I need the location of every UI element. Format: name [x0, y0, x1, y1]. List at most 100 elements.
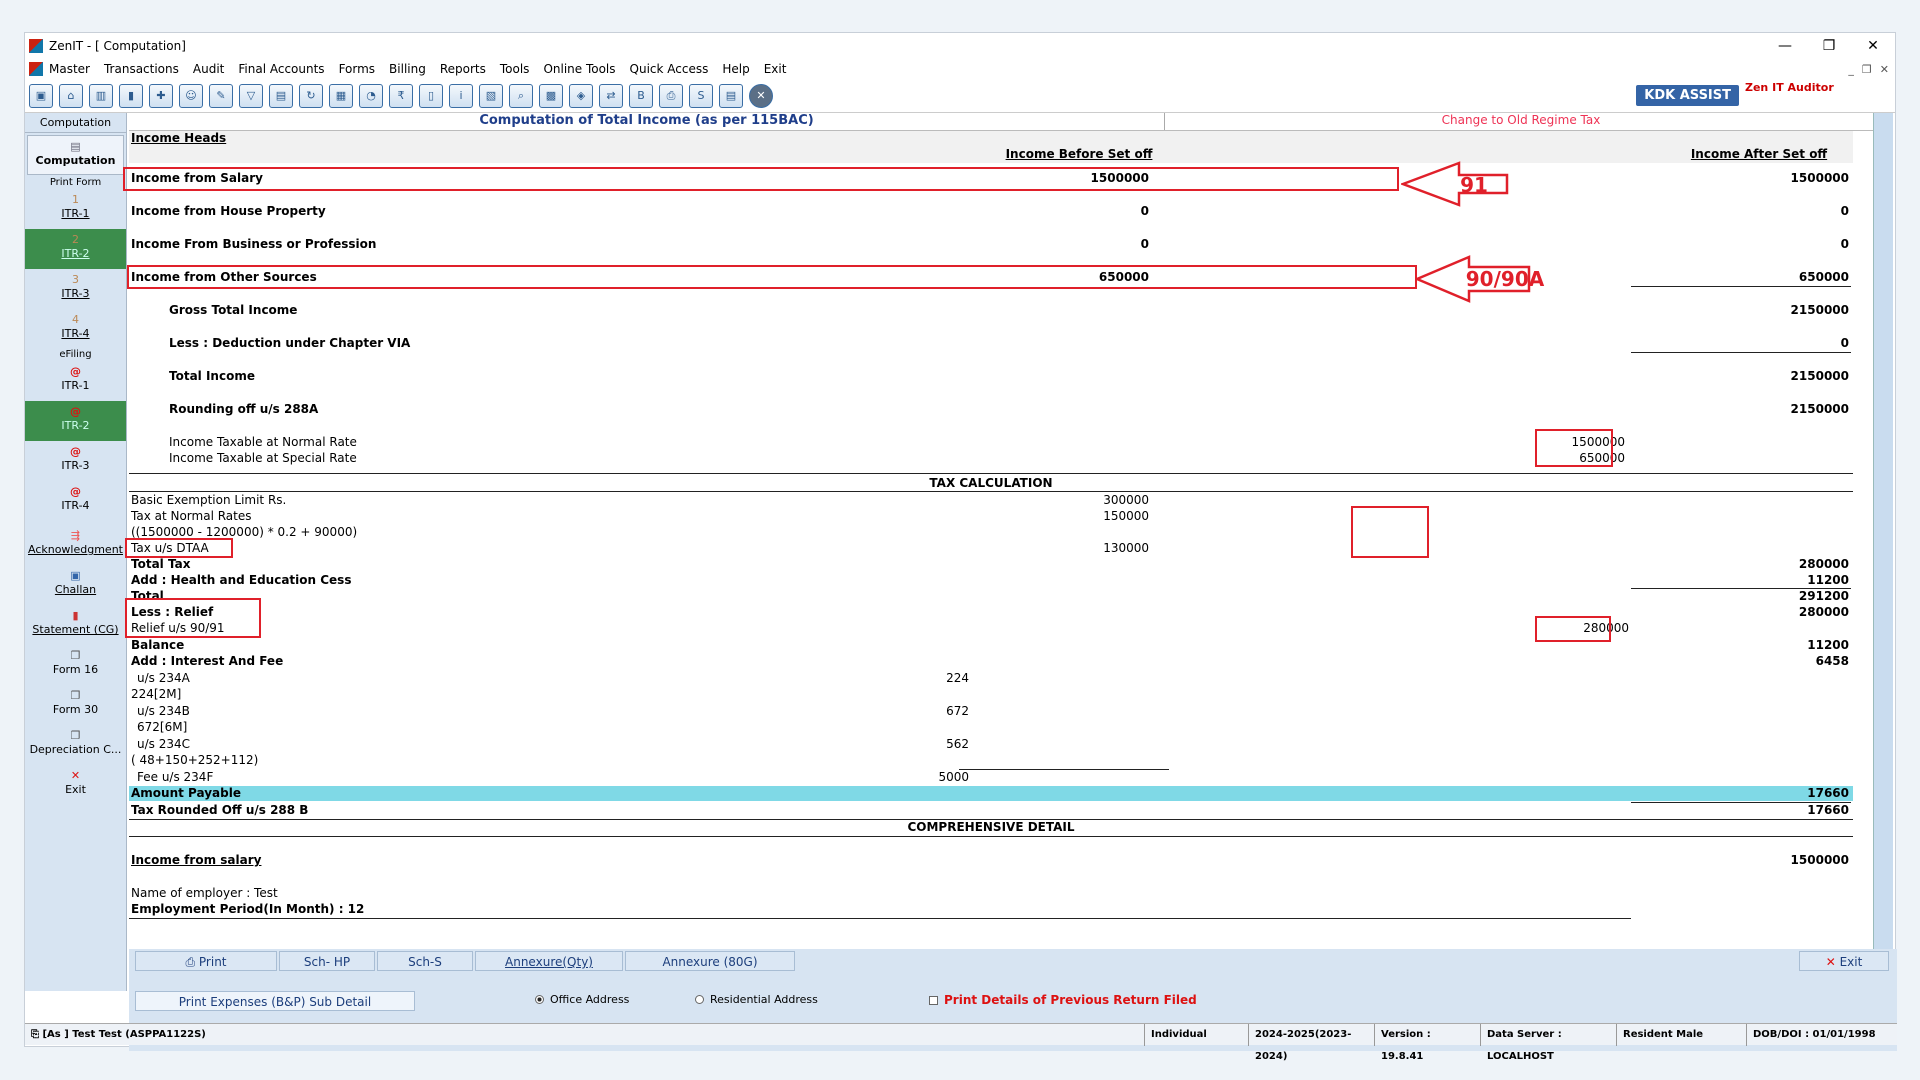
sidebar-header: Computation	[25, 113, 126, 133]
document-icon[interactable]: ▯	[419, 83, 443, 108]
sidebar-item-challan[interactable]: ▣ Challan	[25, 565, 126, 605]
sidebar-item-statement-cg[interactable]: ▮ Statement (CG)	[25, 605, 126, 645]
office-address-radio[interactable]: Office Address	[535, 993, 629, 1006]
refresh-icon[interactable]: ↻	[299, 83, 323, 108]
s234c-value: 562	[946, 737, 969, 751]
menu-audit[interactable]: Audit	[193, 62, 224, 76]
sch-hp-button[interactable]: Sch- HP	[279, 951, 375, 971]
sidebar-item-form-30[interactable]: ❐ Form 30	[25, 685, 126, 725]
exit-x-icon: ✕	[1825, 955, 1840, 969]
mdi-restore-icon[interactable]: ❐	[1862, 63, 1872, 76]
menu-master[interactable]: Master	[49, 62, 90, 76]
restore-button[interactable]: ❐	[1807, 38, 1851, 54]
change-regime-link[interactable]: Change to Old Regime Tax	[1165, 113, 1877, 130]
vertical-scrollbar[interactable]	[1873, 113, 1893, 965]
mdi-close-icon[interactable]: ✕	[1880, 63, 1889, 76]
kdk-assist-button[interactable]: KDK ASSIST	[1636, 85, 1739, 106]
sheet-icon[interactable]: ▧	[479, 83, 503, 108]
building-icon[interactable]: ▥	[89, 83, 113, 108]
sidebar-item-print-itr-3[interactable]: 3 ITR-3	[25, 269, 126, 309]
menu-quick-access[interactable]: Quick Access	[630, 62, 709, 76]
computation-tool-icon[interactable]: ▣	[29, 83, 53, 108]
sidebar-item-print-itr-4[interactable]: 4 ITR-4	[25, 309, 126, 349]
mdi-minimize-icon[interactable]: _	[1848, 63, 1854, 76]
menu-final-accounts[interactable]: Final Accounts	[238, 62, 324, 76]
sidebar-item-form-16[interactable]: ❐ Form 16	[25, 645, 126, 685]
menu-forms[interactable]: Forms	[339, 62, 375, 76]
app-window: ZenIT - [ Computation] — ❐ ✕ Master Tran…	[24, 32, 1897, 1062]
amount-payable-label: Amount Payable	[131, 786, 241, 800]
shield-icon[interactable]: ◈	[569, 83, 593, 108]
status-year: 2024-2025(2023-2024)	[1249, 1023, 1375, 1062]
divider	[129, 836, 1853, 837]
menu-help[interactable]: Help	[722, 62, 749, 76]
sidebar-item-exit[interactable]: ✕ Exit	[25, 765, 126, 805]
menu-exit[interactable]: Exit	[764, 62, 787, 76]
home-icon[interactable]: ⌂	[59, 83, 83, 108]
sidebar-item-efile-itr-4[interactable]: @ ITR-4	[25, 481, 126, 521]
menu-tools[interactable]: Tools	[500, 62, 530, 76]
sco-icon[interactable]: S	[689, 83, 713, 108]
menu-transactions[interactable]: Transactions	[104, 62, 179, 76]
sidebar-item-efile-itr-1[interactable]: @ ITR-1	[25, 361, 126, 401]
sidebar-item-acknowledgment[interactable]: ⇶ Acknowledgment	[25, 525, 126, 565]
gift-icon[interactable]: ✚	[149, 83, 173, 108]
annexure-qty-button[interactable]: Annexure(Qty)	[475, 951, 623, 971]
sch-s-button[interactable]: Sch-S	[377, 951, 473, 971]
bs-icon[interactable]: B	[629, 83, 653, 108]
annotation-90-90a: 90/90A	[1465, 267, 1545, 291]
exit-button[interactable]: ✕ Exit	[1799, 951, 1889, 971]
menu-billing[interactable]: Billing	[389, 62, 426, 76]
tax-rounded-label: Tax Rounded Off u/s 288 B	[131, 803, 309, 817]
annexure-80g-button[interactable]: Annexure (80G)	[625, 951, 795, 971]
salary-highlight-box	[123, 167, 1399, 191]
search-doc-icon[interactable]: ⌕	[509, 83, 533, 108]
computation-header: Computation of Total Income (as per 115B…	[129, 113, 1877, 131]
deduction-value: 0	[1840, 336, 1849, 350]
menu-online-tools[interactable]: Online Tools	[543, 62, 615, 76]
sidebar-item-computation[interactable]: ▤ Computation	[27, 135, 124, 175]
sidebar-item-print-itr-2[interactable]: 2 ITR-2	[25, 229, 126, 269]
sidebar-item-efile-itr-3[interactable]: @ ITR-3	[25, 441, 126, 481]
radio-selected-icon	[535, 995, 544, 1004]
menu-reports[interactable]: Reports	[440, 62, 486, 76]
calendar-icon[interactable]: ▩	[539, 83, 563, 108]
chart-icon: ▮	[72, 609, 79, 622]
total-tax-label: Total Tax	[131, 557, 191, 571]
previous-return-checkbox[interactable]: Print Details of Previous Return Filed	[929, 993, 1197, 1007]
info-icon[interactable]: i	[449, 83, 473, 108]
divider	[129, 491, 1853, 492]
comprehensive-detail-title: COMPREHENSIVE DETAIL	[907, 820, 1075, 834]
sidebar-item-efile-itr-2[interactable]: @ ITR-2	[25, 401, 126, 441]
gross-total-value: 2150000	[1790, 303, 1849, 317]
s234c-detail: ( 48+150+252+112)	[131, 753, 259, 767]
status-user: ⎘ [As ] Test Test (ASPPA1122S)	[25, 1023, 1145, 1046]
other-after-value: 650000	[1798, 270, 1849, 284]
total-income-label: Total Income	[169, 369, 255, 383]
filter-icon[interactable]: ▽	[239, 83, 263, 108]
transfer-icon[interactable]: ⇄	[599, 83, 623, 108]
close-circle-icon[interactable]: ✕	[749, 83, 773, 108]
printer-icon[interactable]: ⎙	[659, 83, 683, 108]
sidebar-item-print-itr-1[interactable]: 1 ITR-1	[25, 189, 126, 229]
users-icon[interactable]: ☺	[179, 83, 203, 108]
tax-icon[interactable]: ₹	[389, 83, 413, 108]
sidebar-item-depreciation[interactable]: ❐ Depreciation C...	[25, 725, 126, 765]
pie-icon[interactable]: ◔	[359, 83, 383, 108]
print-button[interactable]: ⎙ Print	[135, 951, 277, 971]
bar-chart-icon[interactable]: ▮	[119, 83, 143, 108]
print-expenses-button[interactable]: Print Expenses (B&P) Sub Detail	[135, 991, 415, 1011]
register-icon[interactable]: ▤	[269, 83, 293, 108]
sidebar-item-label: Depreciation C...	[29, 743, 122, 756]
report-icon[interactable]: ▤	[719, 83, 743, 108]
minimize-button[interactable]: —	[1763, 38, 1807, 54]
residential-address-radio[interactable]: Residential Address	[695, 993, 818, 1006]
sidebar-item-label: ITR-3	[61, 287, 90, 300]
calculator-icon[interactable]: ▦	[329, 83, 353, 108]
close-button[interactable]: ✕	[1851, 38, 1895, 54]
sidebar-item-label: ITR-1	[61, 207, 90, 220]
s234c-label: u/s 234C	[137, 737, 190, 751]
zen-it-auditor-label: Zen IT Auditor	[1745, 81, 1834, 94]
pin-icon[interactable]: ✎	[209, 83, 233, 108]
divider	[1631, 286, 1851, 287]
